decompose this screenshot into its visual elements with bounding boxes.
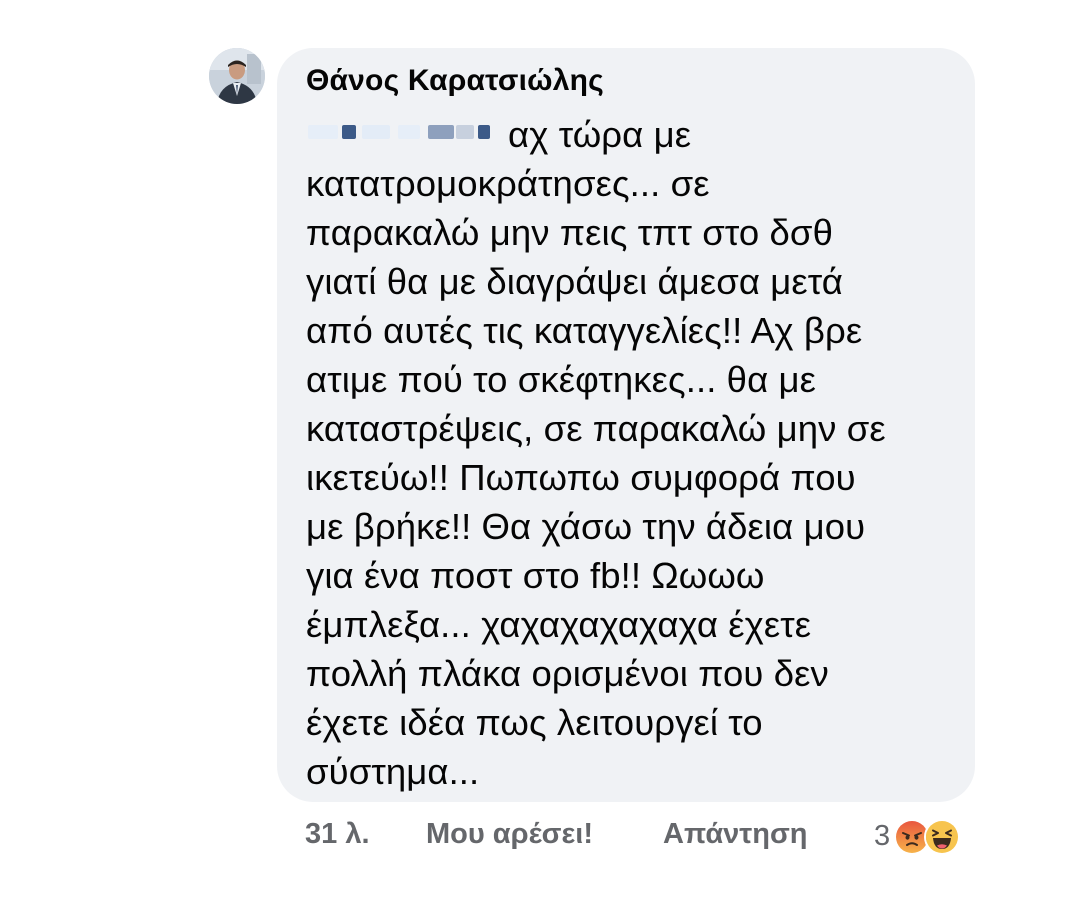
comment-line: με βρήκε!! Θα χάσω την άδεια μου	[306, 506, 866, 547]
comment-line: αχ τώρα με	[306, 110, 966, 159]
comment-text: αχ τώρα με κατατρομοκράτησες... σε παρακ…	[306, 110, 966, 796]
comment-line: έμπλεξα... χαχαχαχαχαχα έχετε	[306, 604, 812, 645]
comment-line: για ένα ποστ στο fb!! Ωωωω	[306, 555, 765, 596]
author-name[interactable]: Θάνος Καρατσιώλης	[306, 64, 604, 98]
comment-line: από αυτές τις καταγγελίες!! Αχ βρε	[306, 310, 863, 351]
reaction-summary[interactable]: 3	[874, 818, 961, 858]
reply-button[interactable]: Απάντηση	[663, 818, 808, 851]
comment-line: πολλή πλάκα ορισμένοι που δεν	[306, 653, 829, 694]
author-avatar[interactable]	[209, 48, 265, 104]
comment-timestamp[interactable]: 31 λ.	[305, 818, 370, 851]
comment-line: γιατί θα με διαγράψει άμεσα μετά	[306, 261, 843, 302]
blurred-mention-icon	[306, 115, 498, 151]
comment-line: ικετεύω!! Πωπωπω συμφορά που	[306, 457, 856, 498]
comment-screen: Θάνος Καρατσιώλης αχ τώρα με κατατρομοκρ…	[0, 0, 1080, 897]
profile-photo-icon	[209, 48, 265, 104]
like-button[interactable]: Μου αρέσει!	[426, 818, 593, 851]
comment-line: σύστημα...	[306, 751, 480, 792]
laughing-emoji-icon	[924, 819, 961, 855]
comment-line: ατιμε πού το σκέφτηκες... θα με	[306, 359, 817, 400]
comment-line: παρακαλώ μην πεις τπτ στο δσθ	[306, 212, 833, 253]
comment-line: καταστρέψεις, σε παρακαλώ μην σε	[306, 408, 886, 449]
comment-line: κατατρομοκράτησες... σε	[306, 163, 710, 204]
comment-line: έχετε ιδέα πως λειτουργεί το	[306, 702, 763, 743]
reaction-count: 3	[874, 819, 891, 852]
comment-line-text: αχ τώρα με	[508, 114, 692, 155]
comment-actions: 31 λ. Μου αρέσει! Απάντηση 3	[0, 818, 1080, 858]
